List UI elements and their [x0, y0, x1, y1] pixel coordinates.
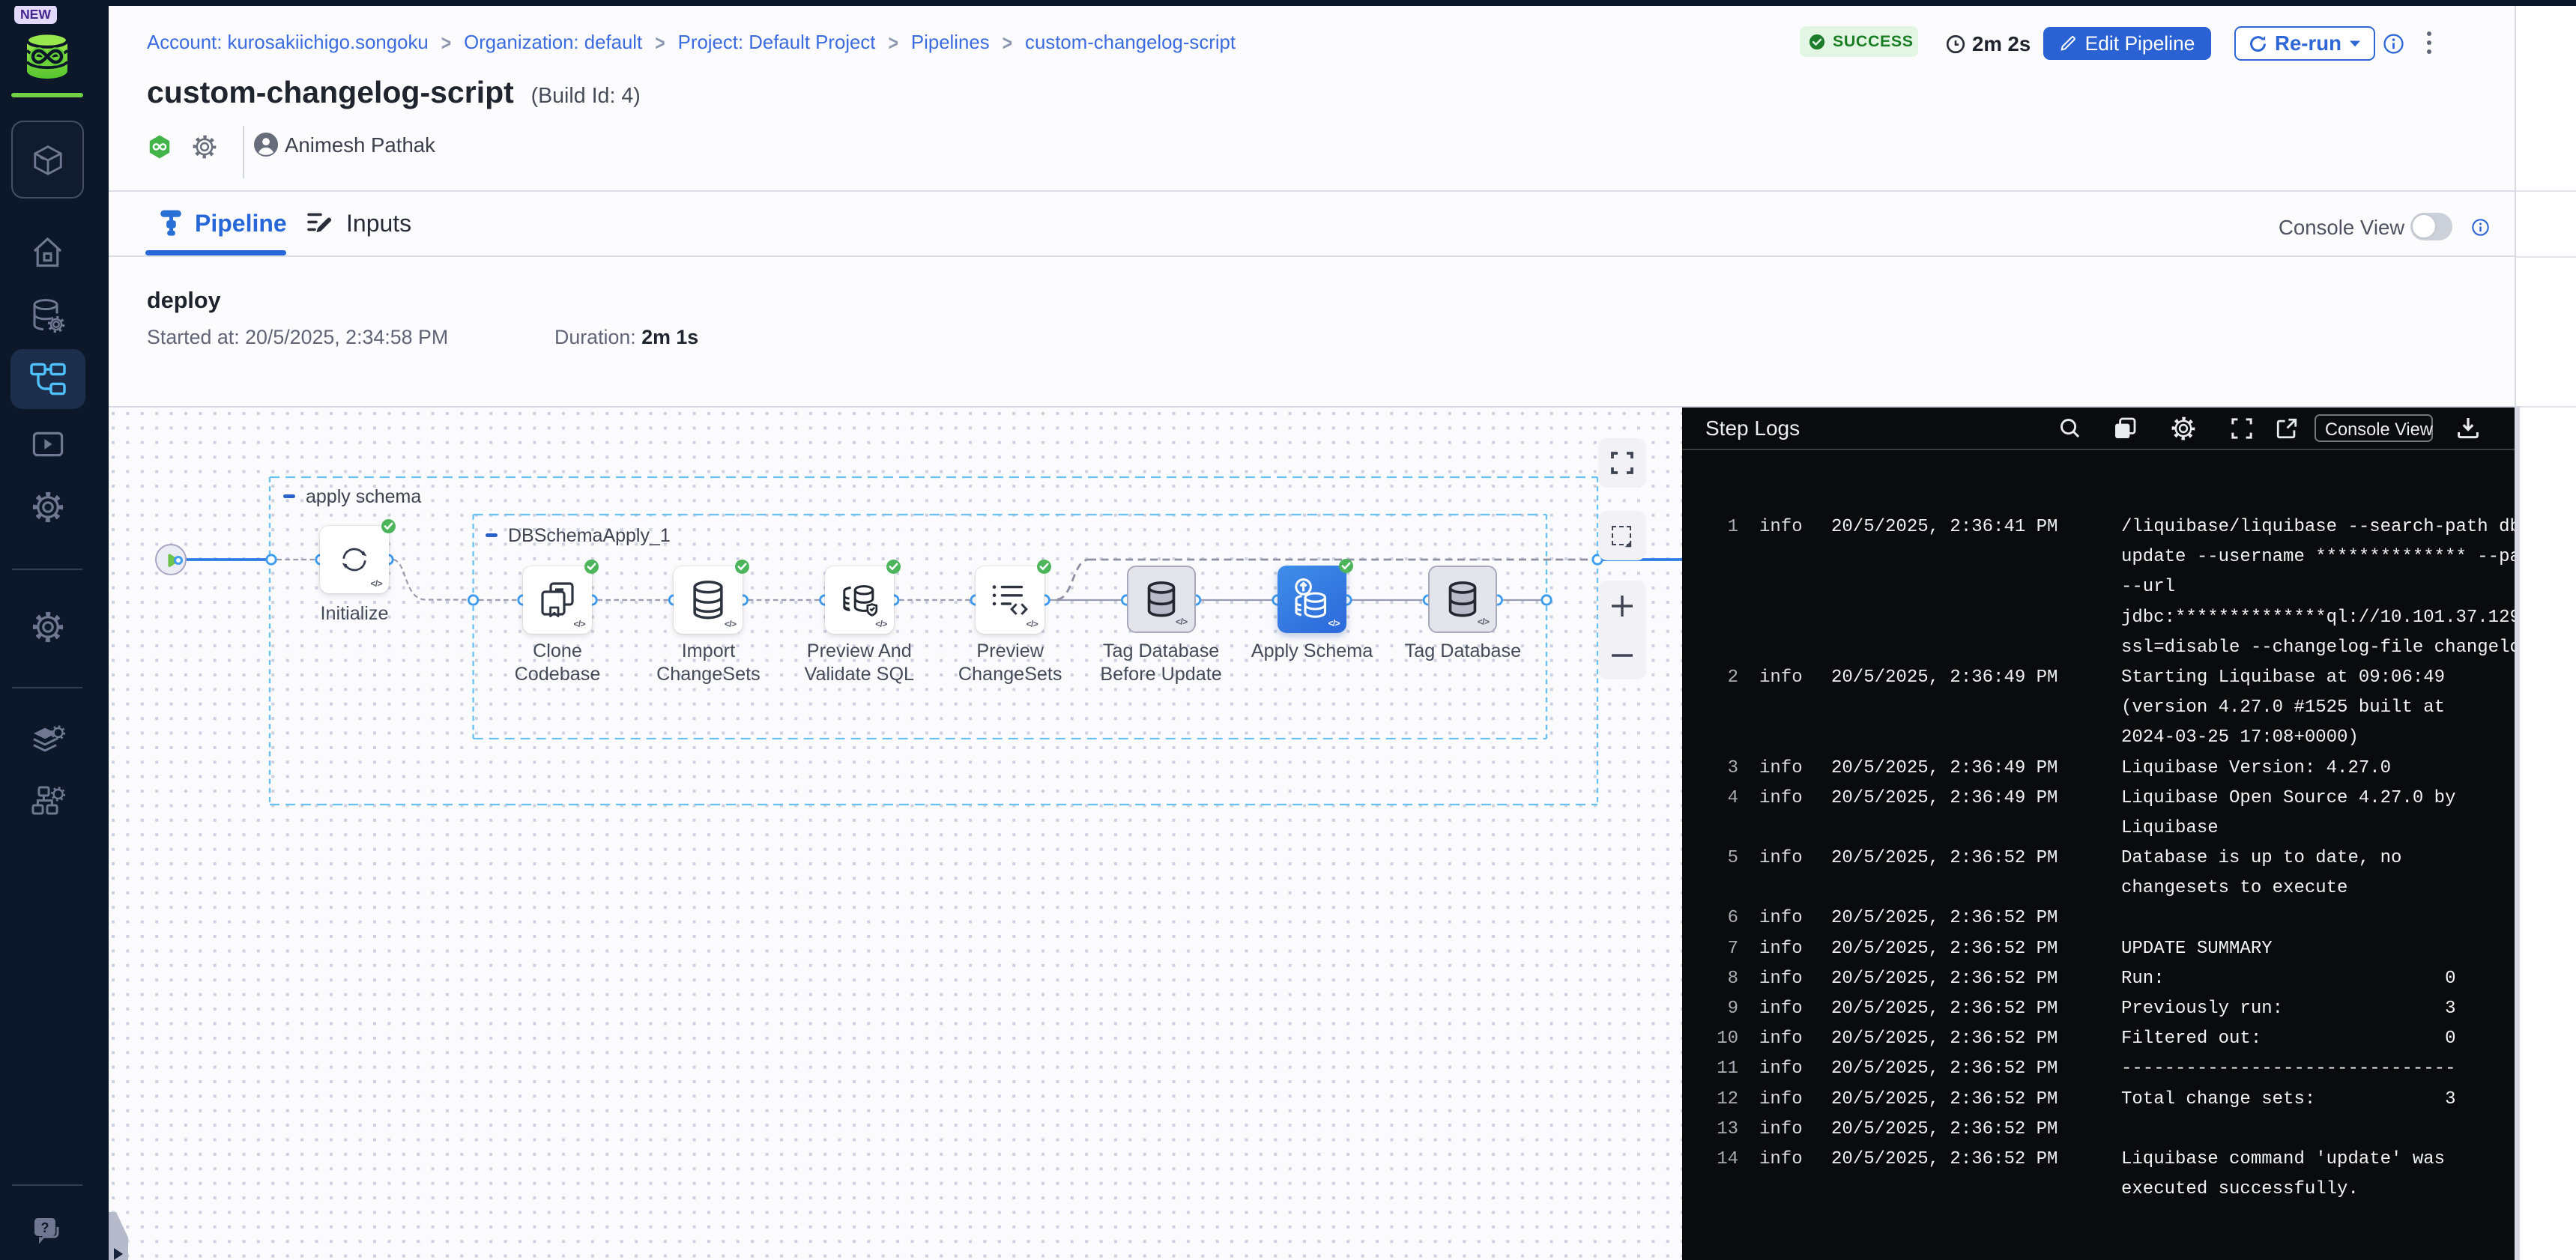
svg-text:?: ? — [41, 1220, 49, 1235]
